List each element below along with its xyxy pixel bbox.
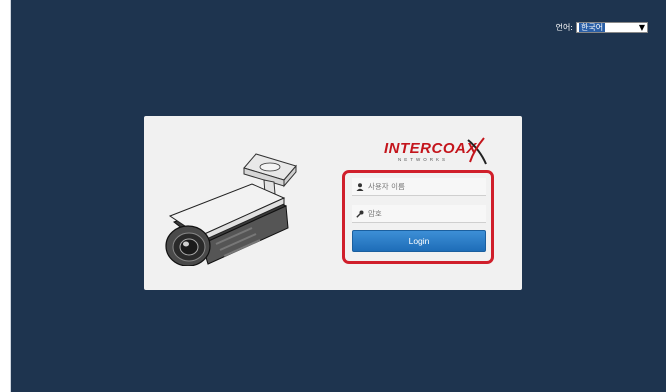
username-field[interactable]: 사용자 이름 [352,178,486,196]
login-button[interactable]: Login [352,230,486,252]
chevron-down-icon: ▼ [638,23,645,32]
logo-swoosh-icon [467,137,487,165]
logo-sub: NETWORKS [398,157,449,162]
login-screen: 언어: 한국어 ▼ INTERCOAX NETWORKS 사용자 이름 암호 L… [10,0,666,392]
user-icon [356,182,364,191]
language-selector-area: 언어: 한국어 ▼ [556,22,648,33]
password-placeholder: 암호 [368,209,382,218]
password-field[interactable]: 암호 [352,205,486,223]
intercoax-logo: INTERCOAX NETWORKS [384,136,494,166]
logo-brand: INTERCOAX [384,140,477,157]
login-panel: INTERCOAX NETWORKS 사용자 이름 암호 Login [144,116,522,290]
language-label: 언어: [555,23,573,32]
username-placeholder: 사용자 이름 [368,182,405,191]
key-icon [356,210,364,218]
camera-image [165,153,297,266]
language-select[interactable]: 한국어 ▼ [576,22,648,33]
language-value: 한국어 [579,23,606,32]
